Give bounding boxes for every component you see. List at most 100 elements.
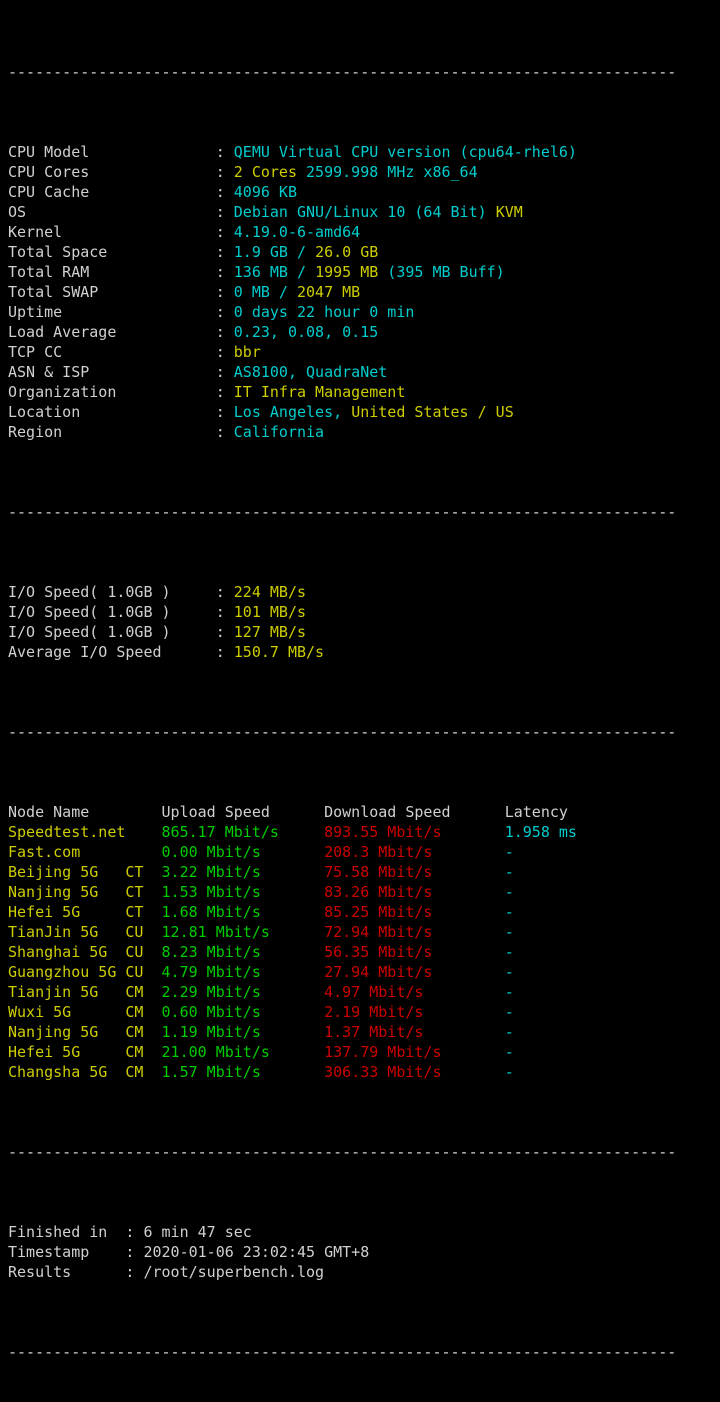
info-label: CPU Cores — [8, 163, 216, 181]
upload-speed: 1.57 Mbit/s — [162, 1063, 325, 1081]
upload-speed: 1.53 Mbit/s — [162, 883, 325, 901]
info-value: California — [234, 423, 324, 441]
info-value: Debian GNU/Linux 10 (64 Bit) — [234, 203, 496, 221]
speedtest-row: Hefei 5G CT 1.68 Mbit/s 85.25 Mbit/s - — [8, 902, 720, 922]
node-isp — [125, 843, 161, 861]
upload-speed: 1.19 Mbit/s — [162, 1023, 325, 1041]
download-speed: 4.97 Mbit/s — [324, 983, 505, 1001]
speedtest-row: Changsha 5G CM 1.57 Mbit/s 306.33 Mbit/s… — [8, 1062, 720, 1082]
info-value: AS8100, QuadraNet — [234, 363, 388, 381]
io-row: Average I/O Speed : 150.7 MB/s — [8, 642, 720, 662]
latency-value: - — [505, 903, 514, 921]
node-isp: CM — [125, 1063, 161, 1081]
info-value: 1995 MB — [315, 263, 378, 281]
node-name: Beijing 5G — [8, 863, 125, 881]
info-value: KVM — [496, 203, 523, 221]
node-name: Nanjing 5G — [8, 1023, 125, 1041]
latency-value: - — [505, 863, 514, 881]
upload-speed: 3.22 Mbit/s — [162, 863, 325, 881]
io-value: 101 MB/s — [234, 603, 306, 621]
node-name: Guangzhou 5G — [8, 963, 125, 981]
footer-row: Results : /root/superbench.log — [8, 1262, 720, 1282]
download-speed: 137.79 Mbit/s — [324, 1043, 505, 1061]
io-row: I/O Speed( 1.0GB ) : 127 MB/s — [8, 622, 720, 642]
speedtest-row: Beijing 5G CT 3.22 Mbit/s 75.58 Mbit/s - — [8, 862, 720, 882]
io-label: Average I/O Speed — [8, 643, 216, 661]
node-isp: CT — [125, 903, 161, 921]
info-label: Location — [8, 403, 216, 421]
info-value: 26.0 GB — [315, 243, 378, 261]
info-value: QEMU Virtual CPU version (cpu64-rhel6) — [234, 143, 577, 161]
node-isp: CU — [125, 963, 161, 981]
io-separator: : — [216, 583, 234, 601]
info-row: Load Average : 0.23, 0.08, 0.15 — [8, 322, 720, 342]
upload-speed: 0.60 Mbit/s — [162, 1003, 325, 1021]
latency-value: - — [505, 1023, 514, 1041]
info-value: 1.9 GB / — [234, 243, 315, 261]
latency-value: - — [505, 923, 514, 941]
info-row: Uptime : 0 days 22 hour 0 min — [8, 302, 720, 322]
info-label: Total SWAP — [8, 283, 216, 301]
info-value: 4096 KB — [234, 183, 297, 201]
io-label: I/O Speed( 1.0GB ) — [8, 623, 216, 641]
node-isp: CU — [125, 943, 161, 961]
info-value: 0 days 22 hour 0 min — [234, 303, 415, 321]
node-isp: CT — [125, 883, 161, 901]
download-speed: 56.35 Mbit/s — [324, 943, 505, 961]
info-row: Total Space : 1.9 GB / 26.0 GB — [8, 242, 720, 262]
io-row: I/O Speed( 1.0GB ) : 101 MB/s — [8, 602, 720, 622]
info-separator: : — [216, 203, 234, 221]
info-value: 2 Cores — [234, 163, 306, 181]
latency-value: - — [505, 1003, 514, 1021]
column-header-download: Download Speed — [324, 803, 505, 821]
footer-separator: : — [125, 1243, 143, 1261]
speedtest-row: Nanjing 5G CT 1.53 Mbit/s 83.26 Mbit/s - — [8, 882, 720, 902]
column-header-upload: Upload Speed — [162, 803, 325, 821]
info-row: Kernel : 4.19.0-6-amd64 — [8, 222, 720, 242]
io-separator: : — [216, 603, 234, 621]
node-name: Shanghai 5G — [8, 943, 125, 961]
info-separator: : — [216, 263, 234, 281]
node-isp — [125, 823, 161, 841]
info-label: Region — [8, 423, 216, 441]
node-name: Tianjin 5G — [8, 983, 125, 1001]
info-separator: : — [216, 283, 234, 301]
io-label: I/O Speed( 1.0GB ) — [8, 583, 216, 601]
footer-value: 6 min 47 sec — [143, 1223, 251, 1241]
footer-value: /root/superbench.log — [143, 1263, 324, 1281]
divider-bottom: ----------------------------------------… — [8, 1342, 720, 1362]
info-separator: : — [216, 163, 234, 181]
speedtest-row: Shanghai 5G CU 8.23 Mbit/s 56.35 Mbit/s … — [8, 942, 720, 962]
divider-after-speedtest: ----------------------------------------… — [8, 1142, 720, 1162]
info-separator: : — [216, 363, 234, 381]
node-isp: CM — [125, 1023, 161, 1041]
info-value: 136 MB / — [234, 263, 315, 281]
download-speed: 893.55 Mbit/s — [324, 823, 505, 841]
download-speed: 306.33 Mbit/s — [324, 1063, 505, 1081]
info-separator: : — [216, 343, 234, 361]
io-value: 127 MB/s — [234, 623, 306, 641]
io-label: I/O Speed( 1.0GB ) — [8, 603, 216, 621]
latency-value: - — [505, 983, 514, 1001]
info-label: Uptime — [8, 303, 216, 321]
info-value: IT Infra Management — [234, 383, 406, 401]
divider-after-sysinfo: ----------------------------------------… — [8, 502, 720, 522]
speedtest-block: Node Name Upload Speed Download Speed La… — [8, 802, 720, 1082]
speedtest-row: Speedtest.net 865.17 Mbit/s 893.55 Mbit/… — [8, 822, 720, 842]
footer-value: 2020-01-06 23:02:45 GMT+8 — [143, 1243, 369, 1261]
upload-speed: 2.29 Mbit/s — [162, 983, 325, 1001]
upload-speed: 865.17 Mbit/s — [162, 823, 325, 841]
speedtest-row: Nanjing 5G CM 1.19 Mbit/s 1.37 Mbit/s - — [8, 1022, 720, 1042]
footer-block: Finished in : 6 min 47 secTimestamp : 20… — [8, 1222, 720, 1282]
speedtest-row: Guangzhou 5G CU 4.79 Mbit/s 27.94 Mbit/s… — [8, 962, 720, 982]
info-label: Total RAM — [8, 263, 216, 281]
latency-value: - — [505, 1043, 514, 1061]
info-row: Total SWAP : 0 MB / 2047 MB — [8, 282, 720, 302]
info-separator: : — [216, 183, 234, 201]
io-value: 150.7 MB/s — [234, 643, 324, 661]
node-name: TianJin 5G — [8, 923, 125, 941]
upload-speed: 4.79 Mbit/s — [162, 963, 325, 981]
info-row: TCP CC : bbr — [8, 342, 720, 362]
upload-speed: 12.81 Mbit/s — [162, 923, 325, 941]
info-row: Organization : IT Infra Management — [8, 382, 720, 402]
